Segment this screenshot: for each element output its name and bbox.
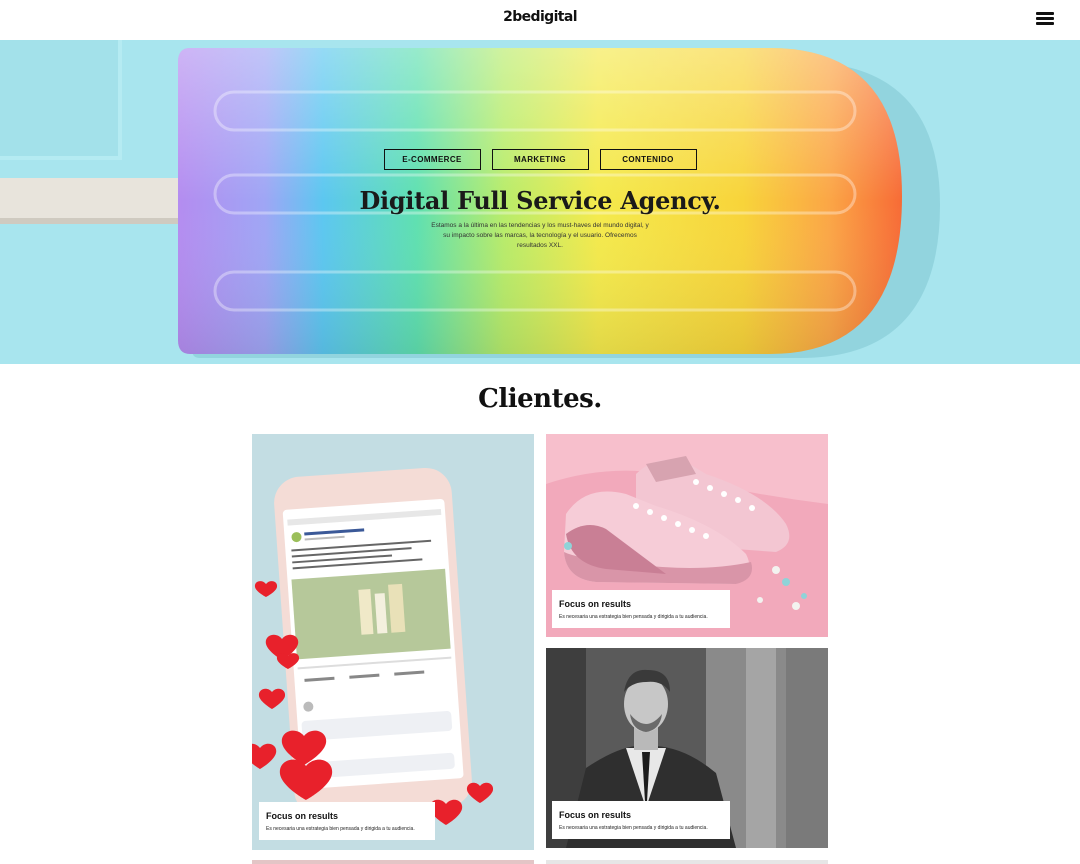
hamburger-menu-icon[interactable] xyxy=(1036,12,1054,25)
hero-title: Digital Full Service Agency. xyxy=(359,186,721,215)
clients-title: Clientes. xyxy=(478,384,602,414)
client-card-title: Focus on results xyxy=(266,811,339,821)
client-card-partial-left[interactable] xyxy=(252,860,534,864)
client-card-description: Es necesaria una estrategia bien pensada… xyxy=(559,825,708,831)
client-card-caption: Focus on results Es necesaria una estrat… xyxy=(552,801,730,839)
tag-ecommerce[interactable]: E-COMMERCE xyxy=(383,149,481,170)
client-card-suit[interactable]: Focus on results Es necesaria una estrat… xyxy=(546,648,828,848)
client-card-title: Focus on results xyxy=(559,810,632,820)
site-logo[interactable]: 2bedigital xyxy=(0,9,1080,25)
client-card-sneakers[interactable]: Focus on results Es necesaria una estrat… xyxy=(546,434,828,637)
tag-contenido[interactable]: CONTENIDO xyxy=(599,149,697,170)
client-card-partial-right[interactable] xyxy=(546,860,828,864)
hero-description: Estamos a la última en las tendencias y … xyxy=(431,222,649,249)
site-header: 2bedigital xyxy=(0,0,1080,40)
client-card-caption: Focus on results Es necesaria una estrat… xyxy=(259,802,435,840)
client-card-caption: Focus on results Es necesaria una estrat… xyxy=(552,590,730,628)
hero-section: E-COMMERCE MARKETING CONTENIDO Digital F… xyxy=(0,40,1080,364)
phone-social-post-image xyxy=(252,434,534,850)
client-card-title: Focus on results xyxy=(559,599,632,609)
tag-marketing[interactable]: MARKETING xyxy=(491,149,589,170)
client-card-description: Es necesaria una estrategia bien pensada… xyxy=(559,614,708,620)
client-card-description: Es necesaria una estrategia bien pensada… xyxy=(266,826,415,832)
service-tags: E-COMMERCE MARKETING CONTENIDO xyxy=(0,149,1080,170)
client-card-cosmetics[interactable]: Focus on results Es necesaria una estrat… xyxy=(252,434,534,850)
